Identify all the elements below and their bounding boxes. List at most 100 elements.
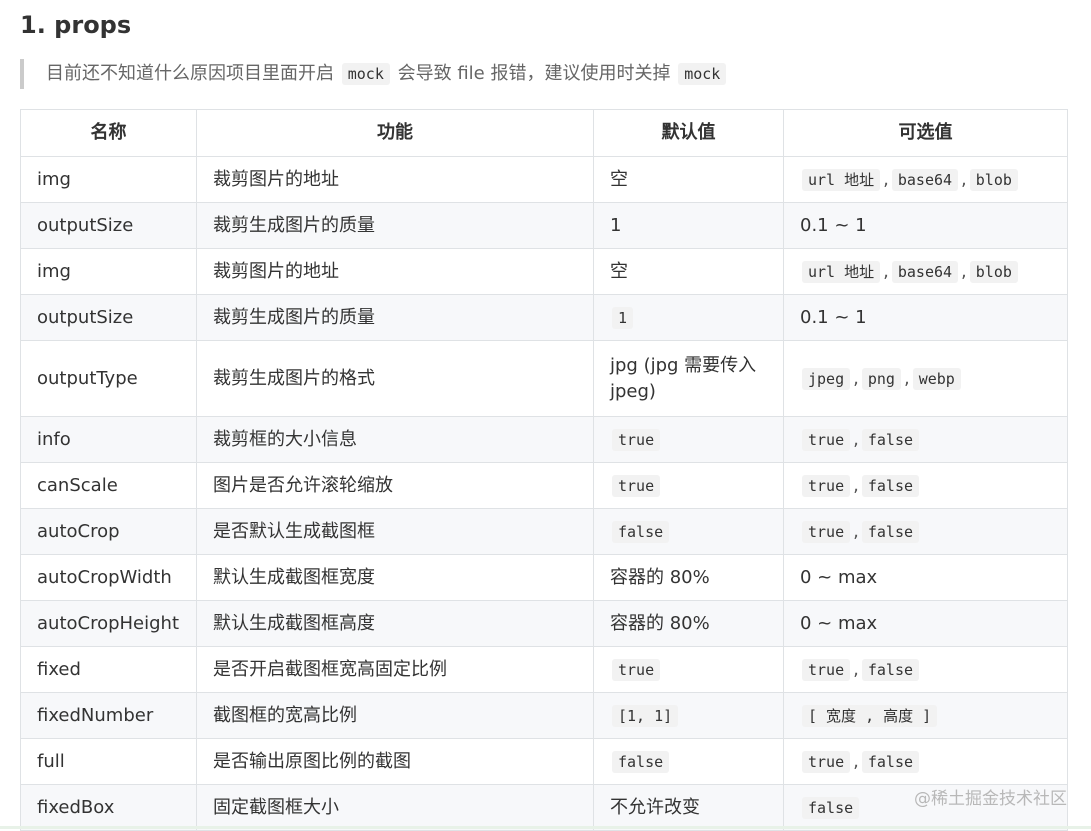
text-value: 0 ~ max (800, 612, 878, 634)
code-value: blob (969, 260, 1018, 283)
note-blockquote: 目前还不知道什么原因项目里面开启 mock 会导致 file 报错，建议使用时关… (20, 59, 1066, 89)
cell-default: true (593, 462, 784, 509)
cell-function: 裁剪生成图片的格式 (196, 340, 594, 417)
section-heading: 1. props (20, 11, 132, 39)
text-value: 容器的 80% (610, 612, 710, 634)
cell-default: 不允许改变 (593, 784, 784, 831)
table-row: fixed 是否开启截图框宽高固定比例 true true, false (20, 646, 1068, 693)
text-value: 不允许改变 (610, 796, 700, 818)
cell-function: 固定截图框大小 (196, 784, 594, 831)
code-value: false (612, 520, 670, 543)
code-value: base64 (891, 260, 959, 283)
cell-default: false (593, 508, 784, 555)
header-default: 默认值 (593, 109, 784, 157)
text-value: 0 ~ max (800, 566, 878, 588)
code-value: 1 (612, 306, 634, 329)
cell-name: img (20, 248, 197, 295)
cell-default: 容器的 80% (593, 600, 784, 647)
separator: , (853, 474, 859, 496)
code-value: png (861, 367, 901, 390)
cell-name: outputType (20, 340, 197, 417)
cell-function: 默认生成截图框高度 (196, 600, 594, 647)
separator: , (903, 367, 910, 389)
code-value: blob (969, 168, 1018, 191)
code-value: [ 宽度 , 高度 ] (802, 704, 938, 727)
separator: , (853, 428, 859, 450)
cell-options: true, false (783, 646, 1068, 693)
cell-options: 0.1 ~ 1 (783, 202, 1068, 249)
code-value: false (861, 750, 920, 773)
code-value: false (861, 658, 920, 681)
cell-function: 是否默认生成截图框 (196, 508, 594, 555)
cell-function: 图片是否允许滚轮缩放 (196, 462, 594, 509)
cell-name: info (20, 416, 197, 463)
code-value: false (861, 474, 920, 497)
code-value: true (802, 428, 851, 451)
code-value: false (861, 428, 920, 451)
text-value: 1 (610, 214, 622, 236)
table-row: img 裁剪图片的地址空 url 地址, base64, blob (20, 156, 1068, 203)
note-text-before: 目前还不知道什么原因项目里面开启 (46, 63, 334, 84)
cell-default: true (593, 416, 784, 463)
cell-name: fixed (20, 646, 197, 693)
code-value: true (802, 474, 851, 497)
table-row: info 裁剪框的大小信息 true true, false (20, 416, 1068, 463)
separator: , (883, 260, 889, 282)
cell-options: true, false (783, 738, 1068, 785)
cell-name: fixedNumber (20, 692, 197, 739)
code-value: false (612, 750, 670, 773)
cell-name: fixedBox (20, 784, 197, 831)
cell-function: 裁剪框的大小信息 (196, 416, 594, 463)
cell-default: 空 (593, 248, 784, 295)
code-value: true (612, 658, 661, 681)
separator: , (883, 168, 889, 190)
code-value: false (861, 520, 920, 543)
cell-function: 是否输出原图比例的截图 (196, 738, 594, 785)
separator: , (961, 168, 967, 190)
cell-default: 1 (593, 202, 784, 249)
code-value: base64 (891, 168, 959, 191)
text-value: 空 (610, 260, 628, 282)
text-value: 空 (610, 168, 628, 190)
cell-function: 默认生成截图框宽度 (196, 554, 594, 601)
cell-default: false (593, 738, 784, 785)
cell-options: 0.1 ~ 1 (783, 294, 1068, 341)
table-header-row: 名称 功能 默认值 可选值 (20, 109, 1068, 157)
table-row: outputType 裁剪生成图片的格式 jpg (jpg 需要传入 jpeg) jp… (20, 340, 1068, 417)
table-row: outputSize 裁剪生成图片的质量 1 0.1 ~ 1 (20, 294, 1068, 341)
code-value: true (802, 520, 851, 543)
note-code-mock-2: mock (678, 63, 727, 85)
text-value: jpg (jpg 需要传入 jpeg) (610, 354, 757, 402)
cell-options: 0 ~ max (783, 554, 1068, 601)
cell-default: true (593, 646, 784, 693)
cell-default: jpg (jpg 需要传入 jpeg) (593, 340, 784, 417)
header-function: 功能 (196, 109, 594, 157)
cell-options: url 地址, base64, blob (783, 156, 1068, 203)
cell-options: [ 宽度 , 高度 ] (783, 692, 1068, 739)
code-value: url 地址 (802, 260, 881, 283)
cell-name: img (20, 156, 197, 203)
cell-options: true, false (783, 508, 1068, 555)
cell-options: 0 ~ max (783, 600, 1068, 647)
text-value: 容器的 80% (610, 566, 710, 588)
cell-name: autoCropWidth (20, 554, 197, 601)
code-value: webp (912, 367, 961, 390)
code-value: true (612, 474, 661, 497)
table-row: autoCropHeight 默认生成截图框高度 容器的 80% 0 ~ max (20, 600, 1068, 647)
cell-name: autoCrop (20, 508, 197, 555)
cell-options: jpeg, png, webp (783, 340, 1068, 417)
note-text-after: 会导致 file 报错，建议使用时关掉 (397, 63, 671, 84)
code-value: true (802, 658, 851, 681)
separator: , (853, 658, 859, 680)
cell-function: 裁剪图片的地址 (196, 248, 594, 295)
code-value: false (802, 796, 860, 819)
cell-function: 是否开启截图框宽高固定比例 (196, 646, 594, 693)
cell-function: 裁剪生成图片的质量 (196, 294, 594, 341)
watermark: @稀土掘金技术社区 (914, 789, 1067, 809)
table-row: canScale 图片是否允许滚轮缩放 true true, false (20, 462, 1068, 509)
cell-name: outputSize (20, 294, 197, 341)
table-row: autoCropWidth 默认生成截图框宽度 容器的 80% 0 ~ max (20, 554, 1068, 601)
code-value: true (612, 428, 661, 451)
props-table: 名称 功能 默认值 可选值 img 裁剪图片的地址空 url 地址, base64, b… (20, 109, 1068, 831)
cell-default: 容器的 80% (593, 554, 784, 601)
